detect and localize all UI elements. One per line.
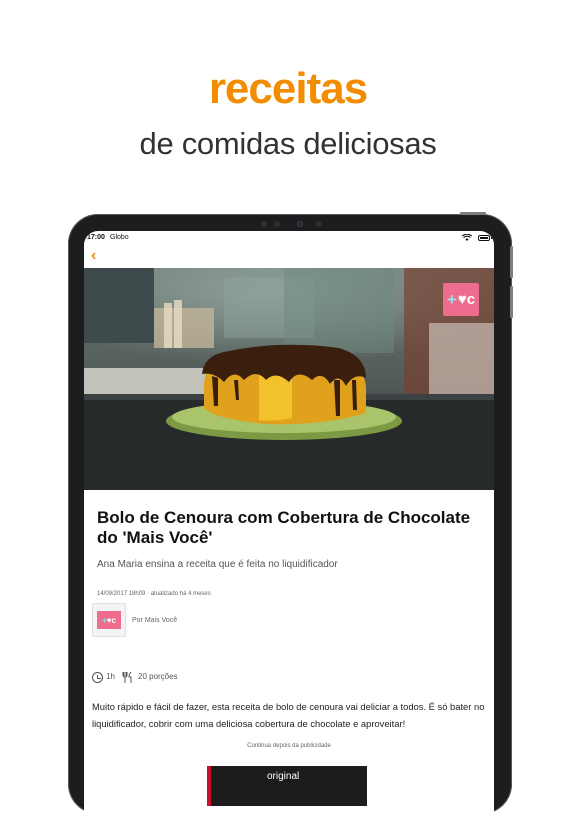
camera-lens: [297, 221, 303, 227]
servings: 20 porções: [138, 672, 178, 681]
promo-headline: receitas: [208, 64, 368, 113]
logo-text: ♥c: [457, 291, 476, 308]
nav-bar: ‹: [84, 245, 494, 268]
sensor-dot: [261, 221, 267, 227]
mais-voce-logo-small: + ♥c: [97, 611, 121, 629]
tablet-device-frame: 17:00 Globo ‹ + ♥c Bolo de Cenoura com C…: [68, 212, 513, 814]
ad-notice: Continua depois da publicidade: [247, 743, 331, 749]
wifi-icon: [461, 233, 473, 243]
recipe-description: Muito rápido e fácil de fazer, esta rece…: [92, 701, 485, 729]
status-time: 17:00: [87, 234, 105, 241]
promo-subheadline: de comidas deliciosas: [139, 126, 437, 161]
ad-label: original: [267, 771, 300, 782]
recipe-photo: + ♥c: [84, 268, 494, 490]
chevron-left-icon[interactable]: ‹: [91, 247, 96, 265]
plus-glyph: +: [446, 289, 457, 309]
mais-voce-logo: + ♥c: [443, 283, 479, 316]
power-button: [460, 212, 486, 215]
app-screen: 17:00 Globo ‹ + ♥c Bolo de Cenoura com C…: [84, 231, 494, 814]
recipe-subtitle: Ana Maria ensina a receita que é feita n…: [97, 559, 338, 570]
status-carrier: Globo: [110, 234, 129, 241]
prep-time: 1h: [106, 672, 115, 681]
recipe-title: Bolo de Cenoura com Cobertura de Chocola…: [97, 508, 471, 547]
sensor-dot: [316, 221, 322, 227]
status-bar: 17:00 Globo: [84, 231, 494, 245]
logo-text: ♥c: [106, 615, 116, 625]
avatar: + ♥c: [92, 603, 126, 637]
sensor-dot: [274, 221, 280, 227]
clock-icon: [92, 672, 103, 683]
publish-date: 14/09/2017 18h09 · atualizado há 4 meses: [97, 591, 211, 597]
volume-button: [510, 286, 513, 318]
advertisement-banner[interactable]: original: [207, 766, 367, 806]
volume-button: [510, 246, 513, 278]
fork-knife-icon: [122, 671, 134, 685]
author-name: Por Mais Você: [132, 617, 178, 624]
battery-icon: [478, 235, 492, 241]
ad-accent-strip: [207, 766, 211, 806]
